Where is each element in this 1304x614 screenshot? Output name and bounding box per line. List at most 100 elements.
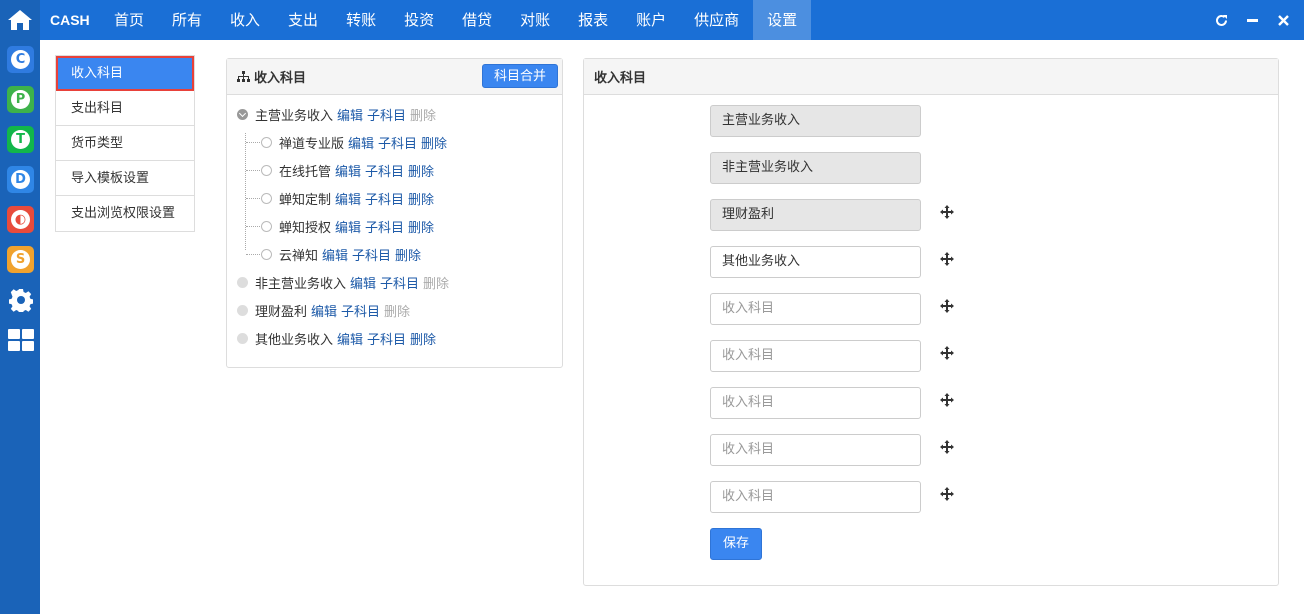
app-o-icon[interactable]: ◐ bbox=[7, 206, 34, 233]
nav-item[interactable]: 账户 bbox=[622, 0, 680, 40]
edit-link[interactable]: 编辑 bbox=[350, 273, 376, 292]
tree-node-label: 云禅知 bbox=[279, 248, 319, 264]
form-panel-title: 收入科目 bbox=[594, 71, 647, 86]
add-child-link[interactable]: 子科目 bbox=[365, 189, 404, 208]
category-input[interactable]: 收入科目 bbox=[710, 293, 921, 325]
category-input[interactable]: 其他业务收入 bbox=[710, 246, 921, 278]
settings-menu-item[interactable]: 收入科目 bbox=[56, 56, 194, 91]
edit-link[interactable]: 编辑 bbox=[322, 245, 348, 264]
tree-row: 主营业务收入 编辑 子科目 删除 bbox=[237, 104, 436, 124]
category-tree-panel: 收入科目 科目合并 主营业务收入 编辑 子科目 删除 禅道专业版 编辑 子科目 删除 在线托管编… bbox=[226, 58, 563, 368]
edit-link[interactable]: 编辑 bbox=[335, 217, 361, 236]
add-child-link[interactable]: 子科目 bbox=[352, 245, 391, 264]
category-input[interactable]: 收入科目 bbox=[710, 481, 921, 513]
move-icon[interactable] bbox=[940, 440, 954, 454]
settings-menu-item[interactable]: 货币类型 bbox=[56, 126, 194, 161]
collapse-icon[interactable] bbox=[237, 108, 248, 120]
delete-link[interactable]: 删除 bbox=[408, 217, 434, 236]
app-s-icon[interactable]: S bbox=[7, 246, 34, 273]
gear-icon[interactable] bbox=[7, 286, 34, 313]
add-child-link[interactable]: 子科目 bbox=[367, 329, 406, 348]
move-icon[interactable] bbox=[940, 299, 954, 313]
leaf-icon bbox=[261, 220, 272, 232]
edit-link[interactable]: 编辑 bbox=[335, 161, 361, 180]
add-child-link[interactable]: 子科目 bbox=[380, 273, 419, 292]
app-letter: ◐ bbox=[11, 210, 30, 229]
settings-menu-item[interactable]: 支出浏览权限设置 bbox=[56, 196, 194, 231]
merge-categories-button[interactable]: 科目合并 bbox=[481, 64, 558, 88]
delete-link[interactable]: 删除 bbox=[408, 161, 434, 180]
edit-link[interactable]: 编辑 bbox=[337, 105, 363, 124]
close-icon[interactable] bbox=[1277, 14, 1290, 27]
save-button[interactable]: 保存 bbox=[710, 528, 762, 560]
nav-item[interactable]: 借贷 bbox=[448, 0, 506, 40]
tree-panel-title: 收入科目 bbox=[254, 71, 307, 86]
edit-link[interactable]: 编辑 bbox=[335, 189, 361, 208]
app-p-icon[interactable]: P bbox=[7, 86, 34, 113]
move-icon[interactable] bbox=[940, 346, 954, 360]
nav-item[interactable]: 对账 bbox=[506, 0, 564, 40]
app-letter: P bbox=[11, 90, 30, 109]
tree-node-label: 理财盈利 bbox=[255, 304, 308, 320]
nav-item[interactable]: 所有 bbox=[158, 0, 216, 40]
edit-link[interactable]: 编辑 bbox=[337, 329, 363, 348]
bullet-icon bbox=[237, 304, 248, 316]
delete-link[interactable]: 删除 bbox=[421, 133, 447, 152]
nav-item[interactable]: 报表 bbox=[564, 0, 622, 40]
top-nav-bar: CASH 首页 所有 收入 支出 转账 投资 借贷 对账 报表 账户 供应商 设置 bbox=[40, 0, 1304, 40]
category-input: 非主营业务收入 bbox=[710, 152, 921, 184]
move-icon[interactable] bbox=[940, 393, 954, 407]
nav-item[interactable]: 投资 bbox=[390, 0, 448, 40]
nav-item[interactable]: 支出 bbox=[274, 0, 332, 40]
settings-menu-item[interactable]: 导入模板设置 bbox=[56, 161, 194, 196]
app-letter: T bbox=[11, 130, 30, 149]
move-icon[interactable] bbox=[940, 205, 954, 219]
tree-row: 非主营业务收入 编辑 子科目 删除 bbox=[237, 272, 449, 292]
category-input[interactable]: 收入科目 bbox=[710, 387, 921, 419]
tree-row-child: 禅道专业版 编辑 子科目 删除 bbox=[246, 132, 451, 152]
minimize-icon[interactable] bbox=[1246, 14, 1259, 27]
settings-menu-item[interactable]: 支出科目 bbox=[56, 91, 194, 126]
bullet-icon bbox=[237, 276, 248, 288]
refresh-icon[interactable] bbox=[1215, 14, 1228, 27]
app-c-icon[interactable]: C bbox=[7, 46, 34, 73]
app-t-icon[interactable]: T bbox=[7, 126, 34, 153]
tree-node-label: 主营业务收入 bbox=[255, 108, 334, 124]
tree-row-child: 在线托管 编辑 子科目 删除 bbox=[246, 160, 438, 180]
app-letter: C bbox=[11, 50, 30, 69]
delete-link[interactable]: 删除 bbox=[410, 329, 436, 348]
main-nav: 首页 所有 收入 支出 转账 投资 借贷 对账 报表 账户 供应商 设置 bbox=[100, 0, 812, 40]
delete-link: 删除 bbox=[423, 276, 450, 292]
nav-item[interactable]: 设置 bbox=[753, 0, 812, 40]
nav-item[interactable]: 收入 bbox=[216, 0, 274, 40]
delete-link[interactable]: 删除 bbox=[395, 245, 421, 264]
window-controls bbox=[1215, 0, 1290, 40]
edit-link[interactable]: 编辑 bbox=[348, 133, 374, 152]
nav-item[interactable]: 供应商 bbox=[680, 0, 753, 40]
add-child-link[interactable]: 子科目 bbox=[378, 133, 417, 152]
tree-connector bbox=[246, 197, 260, 199]
category-input[interactable]: 收入科目 bbox=[710, 340, 921, 372]
add-child-link[interactable]: 子科目 bbox=[365, 161, 404, 180]
tree-node-label: 禅道专业版 bbox=[279, 136, 345, 152]
leaf-icon bbox=[261, 136, 272, 148]
tree-row-child: 云禅知 编辑 子科目 删除 bbox=[246, 244, 425, 264]
move-icon[interactable] bbox=[940, 487, 954, 501]
tree-row: 其他业务收入 编辑 子科目 删除 bbox=[237, 328, 440, 348]
grid-icon[interactable] bbox=[7, 326, 34, 353]
sitemap-icon bbox=[237, 71, 250, 82]
category-input: 主营业务收入 bbox=[710, 105, 921, 137]
brand-logo[interactable]: CASH bbox=[50, 0, 90, 40]
category-input[interactable]: 收入科目 bbox=[710, 434, 921, 466]
edit-link[interactable]: 编辑 bbox=[311, 301, 337, 320]
add-child-link[interactable]: 子科目 bbox=[367, 105, 406, 124]
delete-link[interactable]: 删除 bbox=[408, 189, 434, 208]
nav-item[interactable]: 首页 bbox=[100, 0, 158, 40]
app-d-icon[interactable]: D bbox=[7, 166, 34, 193]
add-child-link[interactable]: 子科目 bbox=[365, 217, 404, 236]
tree-node-label: 在线托管 bbox=[279, 164, 332, 180]
nav-item[interactable]: 转账 bbox=[332, 0, 390, 40]
move-icon[interactable] bbox=[940, 252, 954, 266]
home-icon[interactable] bbox=[0, 0, 40, 40]
add-child-link[interactable]: 子科目 bbox=[341, 301, 380, 320]
